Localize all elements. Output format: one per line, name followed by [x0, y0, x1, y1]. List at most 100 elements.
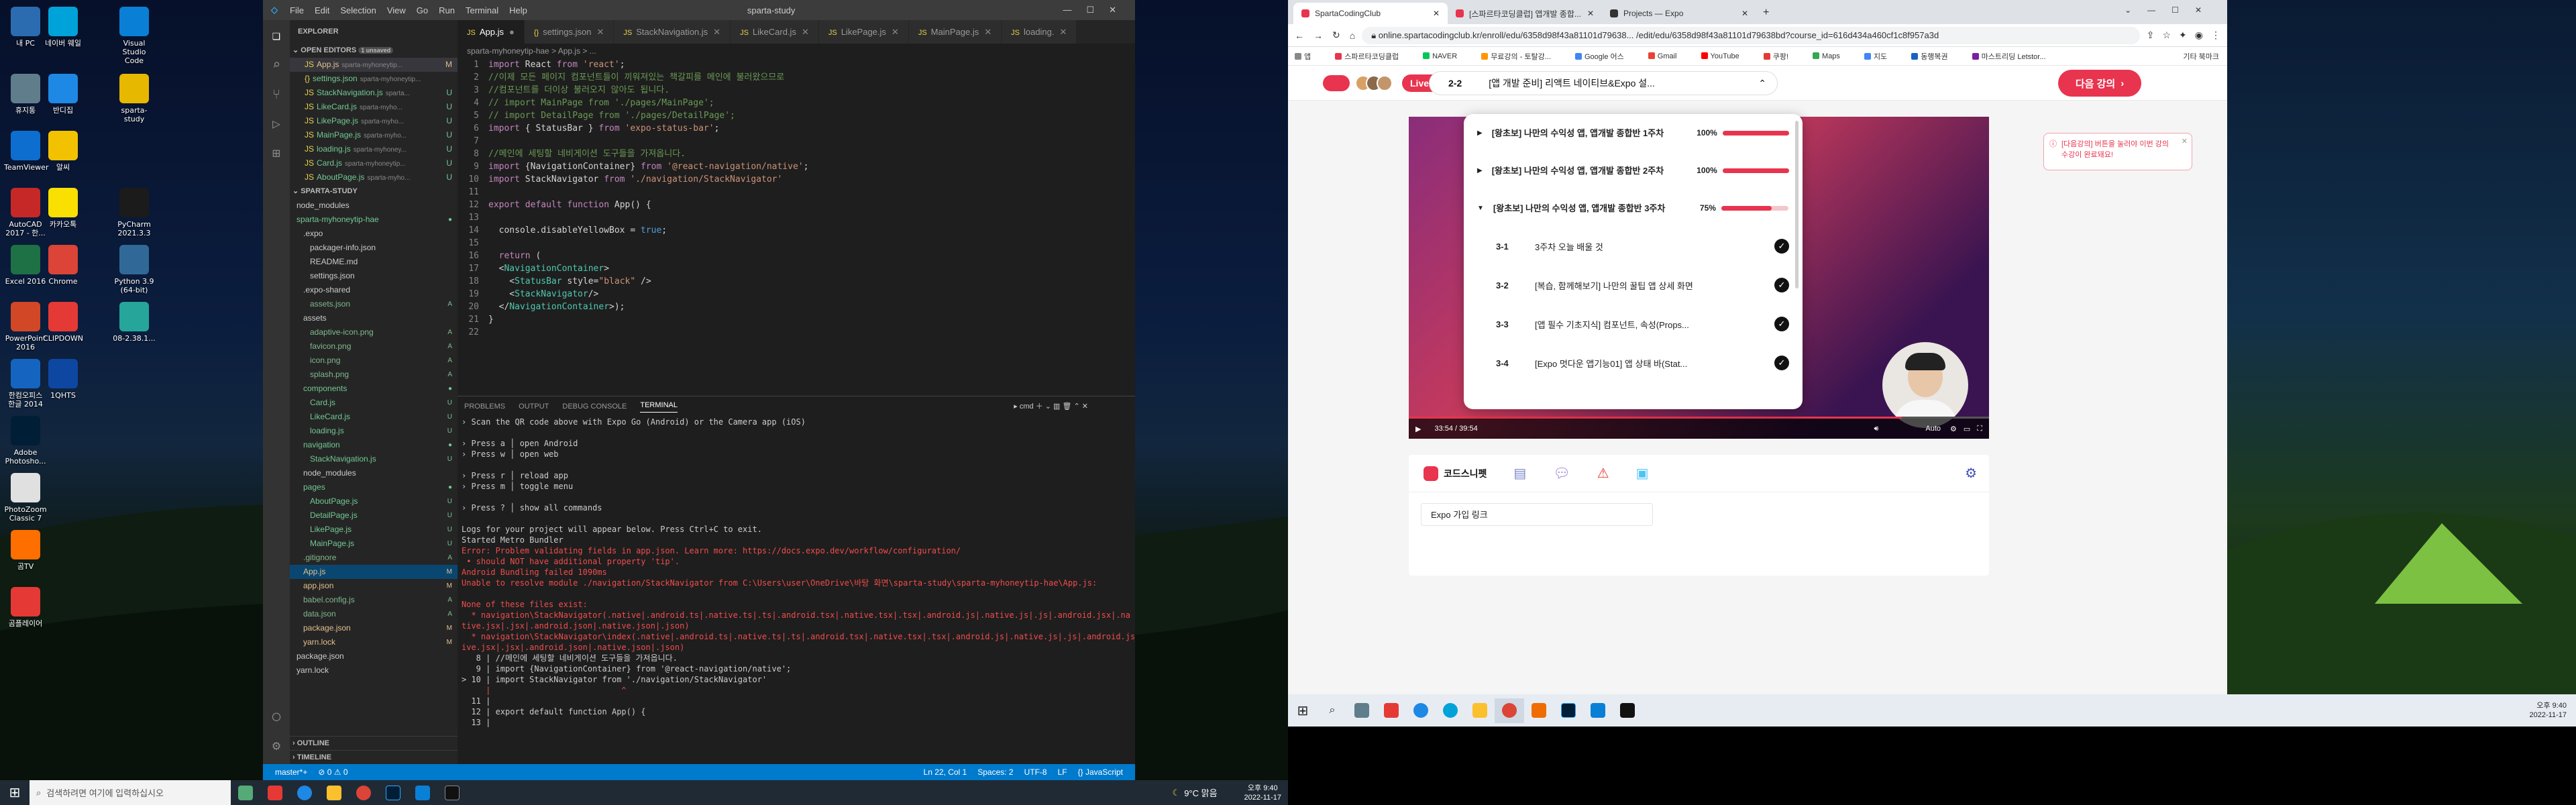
file-tree-item[interactable]: navigation ● — [290, 438, 458, 452]
bookmark-item[interactable]: 무료강의 - 토탈강... — [1481, 51, 1563, 62]
edge-icon[interactable] — [290, 780, 319, 805]
close-icon[interactable]: ✕ — [1060, 27, 1067, 37]
lesson-item[interactable]: 3-3 [앱 필수 기초지식] 컴포넌트, 속성(Props... ✓ — [1464, 305, 1803, 343]
menu-item[interactable]: Go — [417, 5, 428, 15]
source-control-icon[interactable]: ⑂ — [263, 79, 290, 109]
taskbar-search[interactable]: ⌕ 검색하려면 여기에 입력하십시오 — [30, 780, 231, 805]
bookmark-item[interactable]: 마스트리딩 Letstor... — [1972, 51, 2058, 62]
desktop-icon[interactable]: PowerPoint 2016 — [4, 302, 47, 352]
bookmark-item[interactable]: Google 어스 — [1574, 51, 1636, 62]
search-icon[interactable]: ⌕ — [263, 50, 290, 79]
file-tree-item[interactable]: components ● — [290, 382, 458, 396]
desktop-icon[interactable]: 곰플레이어 — [4, 587, 47, 628]
explorer-icon[interactable]: ❏ — [263, 20, 290, 50]
file-tree-item[interactable]: App.js M — [290, 565, 458, 579]
window-controls[interactable]: ⌄—☐✕ — [2125, 5, 2218, 15]
file-tree-item[interactable]: adaptive-icon.png A — [290, 325, 458, 339]
project-header[interactable]: ⌄ SPARTA-STUDY — [290, 184, 458, 199]
open-editors-header[interactable]: ⌄ OPEN EDITORS 1 unsaved — [290, 44, 458, 58]
taskbar-app-icon[interactable] — [1377, 698, 1406, 723]
play-icon[interactable]: ▶ — [1415, 425, 1421, 433]
week-row[interactable]: ▼ [왕초보] 나만의 수익성 앱, 앱개발 종합반 3주차 75% — [1464, 189, 1803, 227]
bookmark-item[interactable]: 스파르타코딩클럽 — [1335, 51, 1411, 62]
close-icon[interactable]: ✕ — [713, 27, 720, 37]
file-tree-item[interactable]: LikePage.js U — [290, 523, 458, 537]
dropdown-scrollbar[interactable] — [1795, 121, 1799, 288]
file-tree-item[interactable]: README.md — [290, 255, 458, 269]
chrome-icon[interactable] — [1495, 698, 1524, 723]
file-tree-item[interactable]: package.json — [290, 649, 458, 663]
menu-item[interactable]: File — [290, 5, 304, 15]
bookmark-item[interactable]: 동행복권 — [1911, 51, 1960, 62]
open-editor-item[interactable]: JS AboutPage.js sparta-myho... U — [290, 170, 458, 184]
editor-tab[interactable]: JS LikeCard.js ✕ — [731, 20, 819, 44]
open-editor-item[interactable]: JS LikeCard.js sparta-myho... U — [290, 100, 458, 114]
lesson-item[interactable]: 3-2 [복습, 함께해보기] 나만의 꿀팁 앱 상세 화면 ✓ — [1464, 266, 1803, 305]
warning-icon[interactable]: ⚠ — [1597, 465, 1609, 482]
vscode-taskbar-icon[interactable] — [408, 780, 437, 805]
editor-tab[interactable]: JS MainPage.js ✕ — [908, 20, 1002, 44]
settings-gear-icon[interactable]: ⚙ — [263, 731, 290, 760]
browser-tab[interactable]: SpartaCodingClub ✕ — [1293, 3, 1448, 24]
photoshop-icon[interactable] — [378, 780, 408, 805]
status-item[interactable]: ⊘ 0 ⚠ 0 — [318, 767, 347, 777]
file-tree-item[interactable]: .expo-shared — [290, 283, 458, 297]
close-icon[interactable]: ✕ — [2182, 136, 2188, 147]
desktop-icon[interactable]: 네이버 웨일 — [42, 7, 85, 48]
browser-tab[interactable]: [스파르타코딩클럽] 앱개발 종합... ✕ — [1448, 3, 1602, 24]
pip-icon[interactable]: ▭ — [1964, 425, 1970, 433]
desktop-icon[interactable]: Python 3.9 (64-bit) — [113, 245, 156, 294]
panel-tab[interactable]: TERMINAL — [640, 401, 678, 413]
file-tree-item[interactable]: assets.json A — [290, 297, 458, 311]
bookmark-item[interactable]: Maps — [1813, 52, 1852, 60]
outline-section[interactable]: › OUTLINE — [290, 736, 458, 750]
file-tree-item[interactable]: babel.config.js A — [290, 593, 458, 607]
editor-tab[interactable]: JS LikePage.js ✕ — [818, 20, 909, 44]
close-icon[interactable]: ✕ — [596, 27, 604, 37]
bookmark-star-icon[interactable]: ☆ — [2162, 30, 2171, 41]
desktop-icon[interactable]: 08-2.38.1... — [113, 302, 156, 343]
file-tree-item[interactable]: Card.js U — [290, 396, 458, 410]
close-icon[interactable]: ✕ — [984, 27, 991, 37]
desktop-icon[interactable]: 한컴오피스 한글 2014 — [4, 359, 47, 409]
next-lecture-button[interactable]: 다음 강의 › — [2058, 70, 2141, 97]
quality-label[interactable]: Auto — [1925, 425, 1941, 433]
file-tree-item[interactable]: favicon.png A — [290, 339, 458, 354]
open-editor-item[interactable]: JS StackNavigation.js sparta... U — [290, 86, 458, 100]
desktop-icon[interactable]: AutoCAD 2017 - 한... — [4, 188, 47, 237]
panel-tab[interactable]: PROBLEMS — [464, 402, 505, 411]
volume-icon[interactable]: 🔊︎ — [1874, 425, 1878, 433]
file-tree-item[interactable]: splash.png A — [290, 368, 458, 382]
fullscreen-icon[interactable]: ⛶ — [1977, 425, 1982, 433]
panel-tab[interactable]: DEBUG CONSOLE — [562, 402, 627, 411]
status-item[interactable]: UTF-8 — [1024, 767, 1047, 777]
desktop-icon[interactable]: TeamViewer — [4, 131, 48, 172]
window-controls[interactable]: —☐✕ — [1063, 5, 1135, 15]
file-tree-item[interactable]: .gitignore A — [290, 551, 458, 565]
file-tree-item[interactable]: LikeCard.js U — [290, 410, 458, 424]
desktop-icon[interactable]: 내 PC — [4, 7, 47, 48]
terminal-icon[interactable] — [1613, 698, 1642, 723]
file-tree-item[interactable]: sparta-myhoneytip-hae ● — [290, 213, 458, 227]
paint-icon[interactable] — [1524, 698, 1554, 723]
browser-tab[interactable]: Projects — Expo ✕ — [1602, 3, 1756, 24]
bookmark-item[interactable]: 앱 — [1295, 51, 1323, 62]
chat-icon[interactable]: 💬︎ — [1553, 465, 1570, 482]
file-tree-item[interactable]: MainPage.js U — [290, 537, 458, 551]
code-editor[interactable]: sparta-myhoneytip-hae > App.js > ... 1 im… — [458, 44, 1135, 392]
file-tree-item[interactable]: StackNavigation.js U — [290, 452, 458, 466]
editor-tab[interactable]: JS StackNavigation.js ✕ — [614, 20, 731, 44]
desktop-icon[interactable]: 알씨 — [42, 131, 85, 172]
file-tree-item[interactable]: .expo — [290, 227, 458, 241]
home-icon[interactable]: ⌂ — [1350, 30, 1355, 41]
url-field[interactable]: 🔒︎ online.spartacodingclub.kr/enroll/edu… — [1362, 26, 2140, 44]
file-tree-item[interactable]: assets — [290, 311, 458, 325]
profile-icon[interactable]: ◉ — [2195, 30, 2203, 41]
file-tree-item[interactable]: package.json M — [290, 621, 458, 635]
status-item[interactable]: LF — [1058, 767, 1067, 777]
whale-icon[interactable] — [1436, 698, 1465, 723]
file-tree-item[interactable]: AboutPage.js U — [290, 494, 458, 508]
file-tree-item[interactable]: DetailPage.js U — [290, 508, 458, 523]
desktop-icon[interactable]: 휴지통 — [4, 74, 47, 115]
back-icon[interactable]: ← — [1295, 30, 1304, 41]
